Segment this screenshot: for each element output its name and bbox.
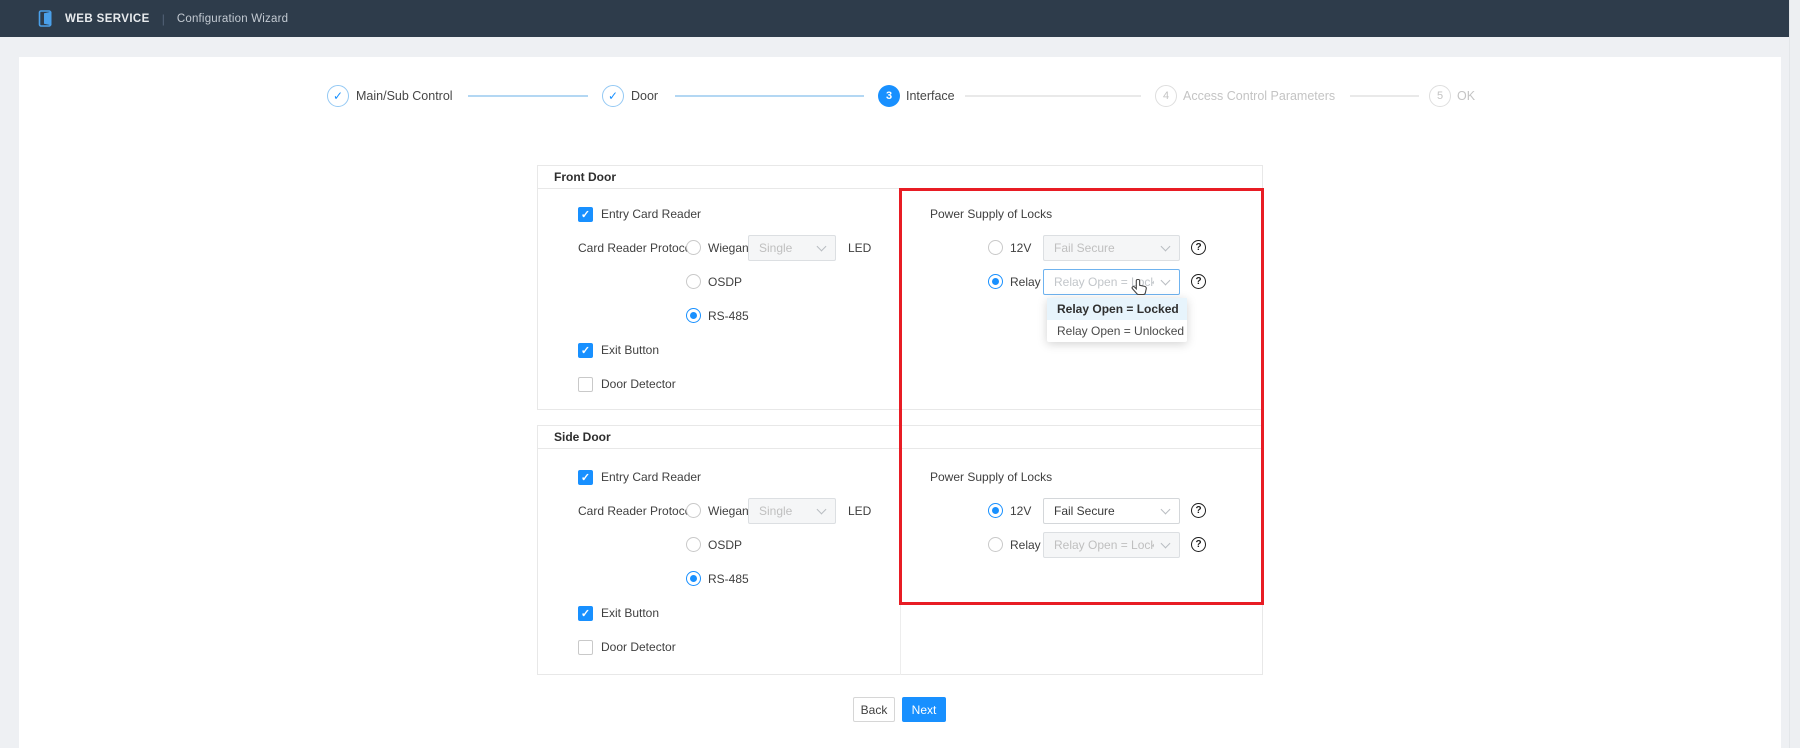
- chevron-down-icon: [1161, 538, 1171, 548]
- side-card-reader-protocol-label: Card Reader Protocol: [578, 501, 694, 521]
- check-icon: ✓: [581, 607, 590, 620]
- front-relay-label: Relay: [1010, 272, 1041, 292]
- front-rs485-radio[interactable]: [686, 308, 701, 323]
- front-entry-card-reader-label: Entry Card Reader: [601, 204, 701, 224]
- section-divider: [900, 189, 901, 410]
- side-door-detector-checkbox[interactable]: [578, 640, 593, 655]
- front-wiegand-mode-select[interactable]: Single: [748, 235, 836, 261]
- front-12v-help-icon[interactable]: ?: [1191, 240, 1206, 255]
- front-wiegand-radio[interactable]: [686, 240, 701, 255]
- back-button[interactable]: Back: [853, 697, 895, 722]
- side-entry-card-reader-checkbox[interactable]: ✓: [578, 470, 593, 485]
- front-12v-mode-select[interactable]: Fail Secure: [1043, 235, 1180, 261]
- front-wiegand-mode-value: Single: [759, 241, 792, 255]
- step-3-circle: 3: [878, 85, 900, 107]
- side-relay-help-icon[interactable]: ?: [1191, 537, 1206, 552]
- front-door-detector-label: Door Detector: [601, 374, 676, 394]
- stepper-connector: [1350, 95, 1419, 97]
- dropdown-option-unlocked[interactable]: Relay Open = Unlocked: [1047, 320, 1187, 342]
- side-12v-mode-select[interactable]: Fail Secure: [1043, 498, 1180, 524]
- step-3-label: Interface: [906, 85, 955, 107]
- side-relay-mode-value: Relay Open = Locked: [1054, 538, 1154, 552]
- front-12v-label: 12V: [1010, 238, 1031, 258]
- front-card-reader-protocol-label: Card Reader Protocol: [578, 238, 694, 258]
- side-door-detector-label: Door Detector: [601, 637, 676, 657]
- step-2-label: Door: [631, 85, 658, 107]
- stepper-connector: [468, 95, 588, 97]
- side-entry-card-reader-label: Entry Card Reader: [601, 467, 701, 487]
- chevron-down-icon: [817, 241, 827, 251]
- side-door-header: Side Door: [538, 426, 1262, 449]
- front-door-detector-checkbox[interactable]: [578, 377, 593, 392]
- check-icon: ✓: [581, 471, 590, 484]
- front-relay-mode-select[interactable]: Relay Open = Locked: [1043, 269, 1180, 295]
- page-title: Configuration Wizard: [177, 13, 288, 25]
- front-exit-button-label: Exit Button: [601, 340, 659, 360]
- side-12v-mode-value: Fail Secure: [1054, 504, 1115, 518]
- side-12v-radio[interactable]: [988, 503, 1003, 518]
- front-exit-button-checkbox[interactable]: ✓: [578, 343, 593, 358]
- section-divider: [900, 449, 901, 675]
- side-wiegand-mode-value: Single: [759, 504, 792, 518]
- front-door-header: Front Door: [538, 166, 1262, 189]
- chevron-down-icon: [1161, 275, 1171, 285]
- side-exit-button-label: Exit Button: [601, 603, 659, 623]
- step-1-circle: ✓: [327, 85, 349, 107]
- stepper-connector: [965, 95, 1141, 97]
- stepper-connector: [675, 95, 864, 97]
- step-2-circle: ✓: [602, 85, 624, 107]
- front-entry-card-reader-checkbox[interactable]: ✓: [578, 207, 593, 222]
- chevron-down-icon: [817, 504, 827, 514]
- side-relay-mode-select[interactable]: Relay Open = Locked: [1043, 532, 1180, 558]
- side-exit-button-checkbox[interactable]: ✓: [578, 606, 593, 621]
- side-wiegand-mode-select[interactable]: Single: [748, 498, 836, 524]
- step-4-label: Access Control Parameters: [1183, 85, 1335, 107]
- chevron-down-icon: [1161, 241, 1171, 251]
- app-brand: WEB SERVICE: [65, 13, 150, 25]
- front-rs485-label: RS-485: [708, 306, 749, 326]
- side-led-label: LED: [848, 501, 871, 521]
- side-wiegand-radio[interactable]: [686, 503, 701, 518]
- check-icon: ✓: [581, 344, 590, 357]
- side-power-supply-label: Power Supply of Locks: [930, 467, 1052, 487]
- front-12v-radio[interactable]: [988, 240, 1003, 255]
- front-osdp-label: OSDP: [708, 272, 742, 292]
- step-1-label: Main/Sub Control: [356, 85, 453, 107]
- front-relay-help-icon[interactable]: ?: [1191, 274, 1206, 289]
- navbar-separator: |: [162, 12, 165, 26]
- side-osdp-label: OSDP: [708, 535, 742, 555]
- side-relay-radio[interactable]: [988, 537, 1003, 552]
- vertical-scrollbar[interactable]: [1789, 0, 1800, 748]
- side-relay-label: Relay: [1010, 535, 1041, 555]
- step-4-circle: 4: [1155, 85, 1177, 107]
- step-3-number: 3: [886, 90, 892, 102]
- side-rs485-label: RS-485: [708, 569, 749, 589]
- front-relay-radio[interactable]: [988, 274, 1003, 289]
- side-rs485-radio[interactable]: [686, 571, 701, 586]
- check-icon: ✓: [581, 208, 590, 221]
- front-led-label: LED: [848, 238, 871, 258]
- front-12v-mode-value: Fail Secure: [1054, 241, 1115, 255]
- front-osdp-radio[interactable]: [686, 274, 701, 289]
- check-icon: ✓: [333, 89, 343, 103]
- logo-door-icon: [38, 10, 55, 27]
- next-button[interactable]: Next: [902, 697, 946, 722]
- side-osdp-radio[interactable]: [686, 537, 701, 552]
- front-relay-mode-value: Relay Open = Locked: [1054, 275, 1154, 289]
- check-icon: ✓: [608, 89, 618, 103]
- step-5-circle: 5: [1429, 85, 1451, 107]
- dropdown-option-locked[interactable]: Relay Open = Locked: [1047, 298, 1187, 320]
- chevron-down-icon: [1161, 504, 1171, 514]
- side-12v-label: 12V: [1010, 501, 1031, 521]
- front-power-supply-label: Power Supply of Locks: [930, 204, 1052, 224]
- top-navbar: WEB SERVICE | Configuration Wizard: [0, 0, 1790, 37]
- relay-mode-dropdown-menu: Relay Open = Locked Relay Open = Unlocke…: [1047, 298, 1187, 342]
- step-4-number: 4: [1163, 90, 1169, 102]
- step-5-number: 5: [1437, 90, 1443, 102]
- side-12v-help-icon[interactable]: ?: [1191, 503, 1206, 518]
- step-5-label: OK: [1457, 85, 1475, 107]
